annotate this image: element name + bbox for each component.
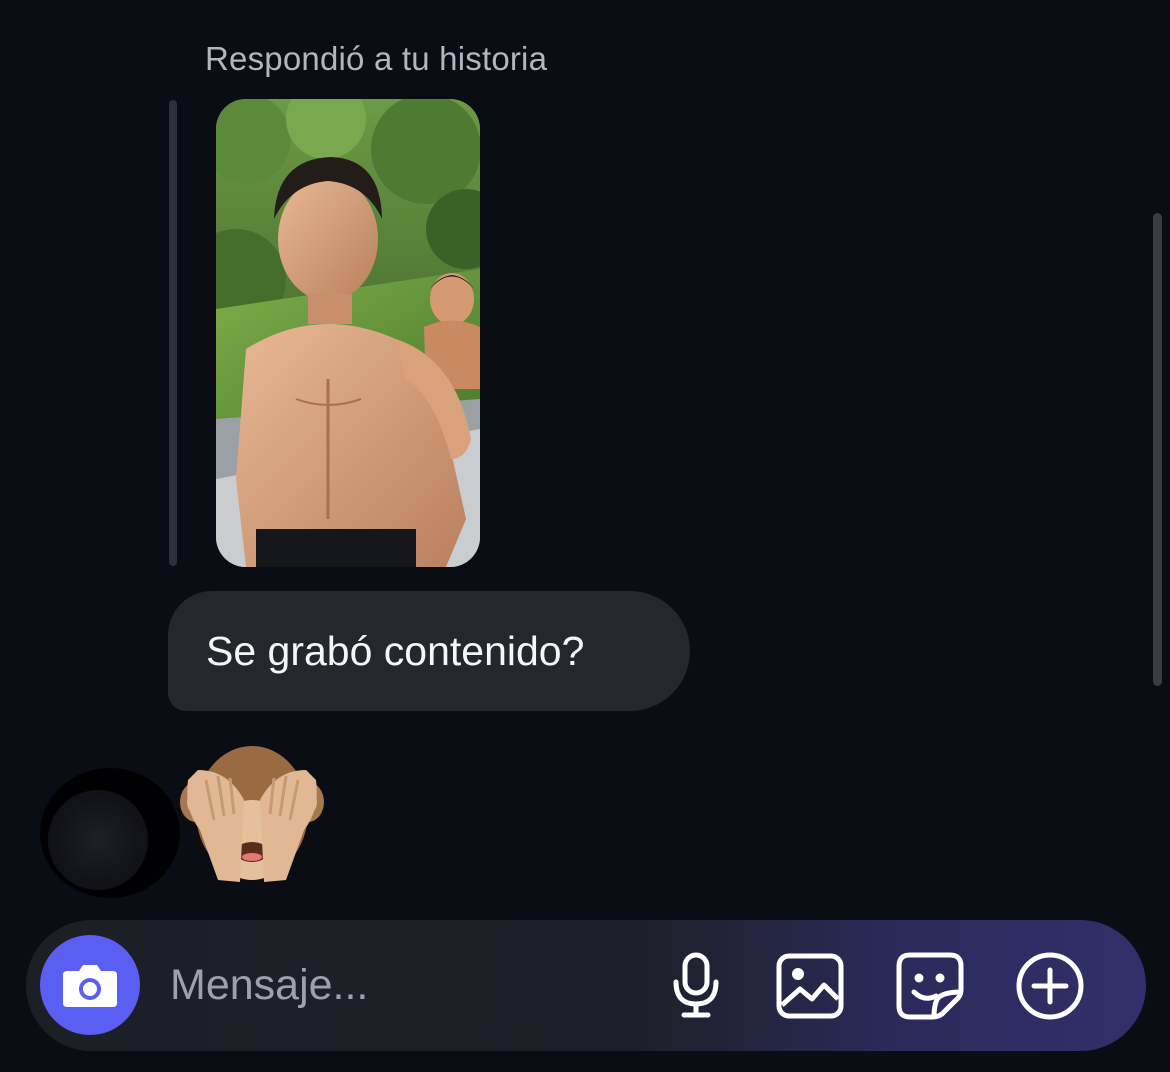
story-thumbnail[interactable] <box>216 99 480 567</box>
monkey-emoji-icon <box>180 746 324 882</box>
gallery-button[interactable] <box>774 950 846 1022</box>
microphone-button[interactable] <box>660 950 732 1022</box>
incoming-message-bubble[interactable]: Se grabó contenido? <box>168 591 690 711</box>
plus-circle-icon <box>1016 952 1084 1020</box>
see-no-evil-monkey-emoji[interactable] <box>178 740 326 892</box>
sender-avatar[interactable] <box>48 790 148 890</box>
message-input[interactable] <box>170 955 630 1015</box>
more-button[interactable] <box>1014 950 1086 1022</box>
message-text: Se grabó contenido? <box>206 627 585 674</box>
camera-icon <box>63 965 117 1007</box>
story-photo <box>216 99 480 567</box>
camera-button[interactable] <box>40 935 140 1035</box>
sticker-icon <box>896 952 964 1020</box>
story-reply-caption: Respondió a tu historia <box>205 40 548 77</box>
reply-quote-bar <box>169 100 177 566</box>
image-icon <box>776 953 844 1019</box>
chat-scrollbar[interactable] <box>1153 213 1162 686</box>
sticker-button[interactable] <box>894 950 966 1022</box>
microphone-icon <box>673 952 719 1018</box>
